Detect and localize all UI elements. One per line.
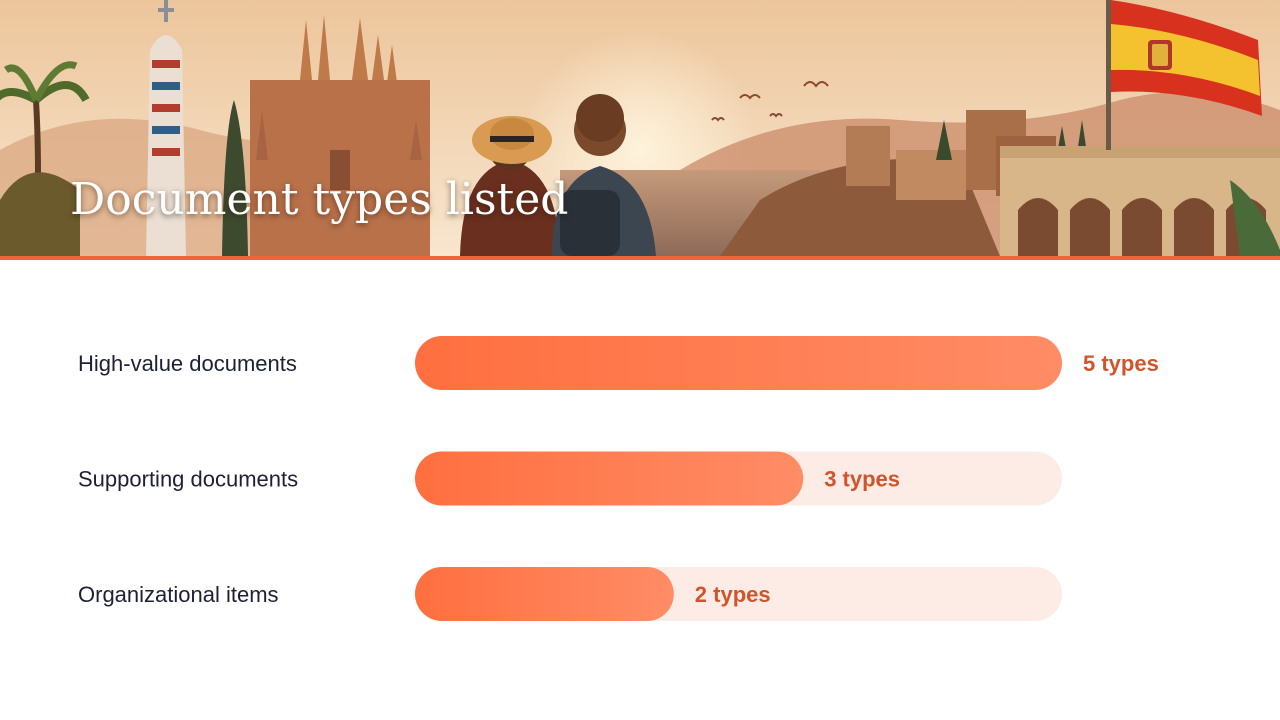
value-label: 3 types <box>824 467 900 492</box>
bar <box>415 451 804 506</box>
bar-row: High-value documents 5 types <box>78 336 1159 390</box>
bar <box>415 336 1062 390</box>
value-label: 2 types <box>695 582 771 607</box>
bar-chart: High-value documents 5 types Supporting do… <box>0 260 1280 720</box>
bar-chart-svg: High-value documents 5 types Supporting do… <box>78 336 1159 621</box>
value-label: 5 types <box>1083 351 1159 376</box>
bar <box>415 567 674 621</box>
bar-row: Supporting documents 3 types <box>78 451 1062 506</box>
aqueduct-arch-icon <box>1000 146 1280 256</box>
page-title: Document types listed <box>70 174 569 225</box>
bar-row: Organizational items 2 types <box>78 567 1062 621</box>
category-label: Organizational items <box>78 582 279 607</box>
slide: Document types listed High-value documen… <box>0 0 1280 720</box>
category-label: Supporting documents <box>78 467 298 492</box>
category-label: High-value documents <box>78 351 297 376</box>
